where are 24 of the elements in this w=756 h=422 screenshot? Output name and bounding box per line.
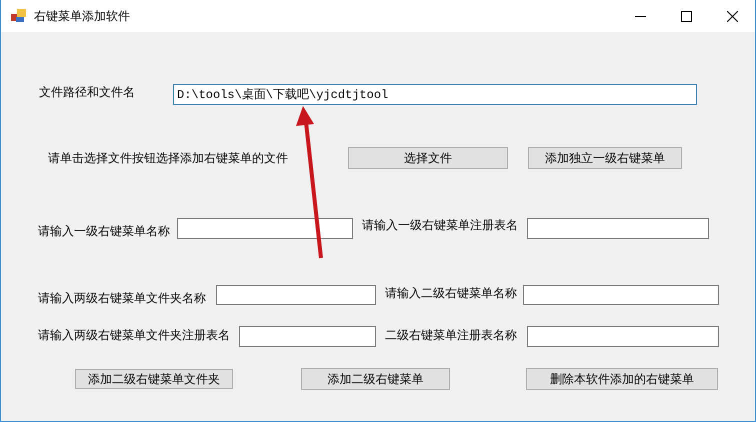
- text-field[interactable]: D:\tools\桌面\下载吧\yjcdtjtool: [173, 84, 697, 104]
- field-label: 二级右键菜单注册表名称: [385, 326, 518, 344]
- action-button[interactable]: 删除本软件添加的右键菜单: [526, 368, 718, 390]
- text-field[interactable]: [527, 326, 719, 346]
- field-label: 请输入一级右键菜单名称: [38, 222, 171, 240]
- text-field[interactable]: [239, 326, 376, 346]
- field-label: 请输入一级右键菜单注册表名: [362, 216, 519, 234]
- action-button[interactable]: 添加独立一级右键菜单: [528, 147, 682, 169]
- app-icon: [11, 9, 27, 23]
- action-button[interactable]: 选择文件: [348, 147, 508, 169]
- maximize-icon: [680, 10, 692, 22]
- text-field[interactable]: [527, 218, 709, 238]
- field-label: 请输入二级右键菜单名称: [385, 284, 518, 302]
- field-label: 请输入两级右键菜单文件夹名称: [38, 290, 207, 306]
- text-field[interactable]: [177, 218, 353, 238]
- action-button[interactable]: 添加二级右键菜单: [301, 368, 450, 390]
- field-label: 文件路径和文件名: [39, 84, 136, 100]
- close-icon: [726, 10, 738, 22]
- field-label: 请单击选择文件按钮选择添加右键菜单的文件: [48, 150, 289, 166]
- text-field[interactable]: [523, 285, 719, 305]
- window-title: 右键菜单添加软件: [34, 8, 130, 24]
- field-label: 请输入两级右键菜单文件夹注册表名: [38, 326, 231, 344]
- action-button[interactable]: 添加二级右键菜单文件夹: [75, 369, 233, 389]
- text-field[interactable]: [216, 285, 376, 305]
